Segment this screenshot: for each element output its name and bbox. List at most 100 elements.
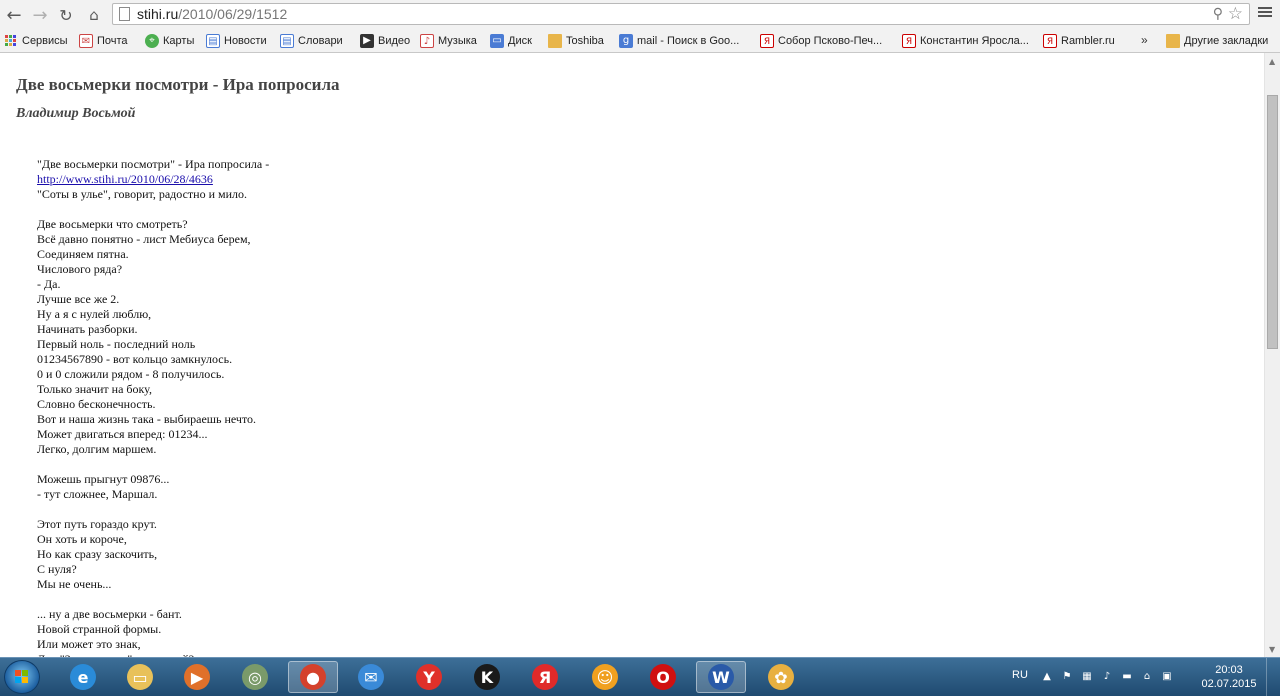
bookmarks-bar: Сервисы ✉ Почта ⌖ Карты ▤ Новости ▤ Словари … <box>0 30 1280 53</box>
taskbar-button[interactable]: ● <box>288 661 338 693</box>
vertical-scrollbar[interactable]: ▲ ▼ <box>1264 53 1280 657</box>
poem-line: Он хоть и короче, <box>37 532 127 546</box>
taskbar-button[interactable]: ▭ <box>115 661 165 693</box>
bookmark-video[interactable]: ▶ Видео <box>360 33 410 49</box>
star-icon[interactable]: ☆ <box>1228 4 1243 24</box>
bookmark-label: Собор Псково-Печ... <box>778 35 883 47</box>
taskbar-button[interactable]: ☺ <box>580 661 630 693</box>
folder-icon <box>548 34 562 48</box>
yandex-icon: Я <box>760 34 774 48</box>
taskbar-button[interactable]: ▶ <box>172 661 222 693</box>
reload-icon[interactable]: ↻ <box>56 5 76 25</box>
taskbar-button[interactable]: O <box>638 661 688 693</box>
taskbar-button[interactable]: ◎ <box>230 661 280 693</box>
browser-toolbar: ← → ↻ ⌂ stihi.ru/2010/06/29/1512 ⚲ ☆ <box>0 0 1280 30</box>
bookmark-mail[interactable]: ✉ Почта <box>79 33 128 49</box>
taskbar-button[interactable]: ✿ <box>756 661 806 693</box>
bookmark-label: Toshiba <box>566 35 604 47</box>
safely-remove-icon[interactable]: ⌂ <box>1140 670 1154 683</box>
word-icon: W <box>708 664 734 690</box>
clock[interactable]: 20:03 02.07.2015 <box>1198 663 1260 691</box>
bookmark-label: mail - Поиск в Goo... <box>637 35 740 47</box>
poem-line <box>37 457 269 472</box>
ie-icon: e <box>70 664 96 690</box>
author-link[interactable]: Владимир Восьмой <box>16 106 135 122</box>
bookmark-music[interactable]: ♪ Музыка <box>420 33 477 49</box>
bookmark-toshiba[interactable]: Toshiba <box>548 33 604 49</box>
taskbar-button[interactable]: ✉ <box>346 661 396 693</box>
network-icon[interactable]: ▦ <box>1080 670 1094 683</box>
mail-icon: ✉ <box>79 34 93 48</box>
taskbar-button[interactable]: Я <box>520 661 570 693</box>
action-center-icon[interactable]: ⚑ <box>1060 670 1074 683</box>
bookmark-konstantin[interactable]: Я Константин Яросла... <box>902 33 1029 49</box>
bookmark-label: Новости <box>224 35 267 47</box>
taskbar-button[interactable]: Y <box>404 661 454 693</box>
bookmarks-more-chevron[interactable]: » <box>1141 33 1148 47</box>
scroll-thumb[interactable] <box>1267 95 1278 349</box>
bookmark-label: Константин Яросла... <box>920 35 1029 47</box>
poem-line: 01234567890 - вот кольцо замкнулось. <box>37 352 233 366</box>
paint-app-icon: ✿ <box>768 664 794 690</box>
menu-icon[interactable] <box>1258 5 1272 19</box>
windows-taskbar: e ▭ ▶ ◎ ● ✉ Y K Я ☺ O W ✿ RU ▲ ⚑ ▦ ♪ ▬ ⌂ ▣ 20:03 02.… <box>0 657 1280 696</box>
poem-line: Ну а я с нулей люблю, <box>37 307 152 321</box>
poem-link[interactable]: http://www.stihi.ru/2010/06/28/4636 <box>37 172 213 186</box>
bookmark-sobor[interactable]: Я Собор Псково-Печ... <box>760 33 882 49</box>
url-path: /2010/06/29/1512 <box>178 6 288 22</box>
forward-arrow-icon[interactable]: → <box>30 5 50 26</box>
bookmark-rambler[interactable]: Я Rambler.ru <box>1043 33 1115 49</box>
battery-icon[interactable]: ▬ <box>1120 670 1134 683</box>
start-icon[interactable] <box>4 660 40 694</box>
disk-icon: ▭ <box>490 34 504 48</box>
poem-line: Всё давно понятно - лист Мебиуса берем, <box>37 232 251 246</box>
taskbar-button[interactable]: e <box>58 661 108 693</box>
mail-app-icon: ✉ <box>358 664 384 690</box>
poem-line: Две восьмерки что смотреть? <box>37 217 188 231</box>
chrome-icon: ● <box>300 664 326 690</box>
show-desktop-button[interactable] <box>1266 658 1280 696</box>
other-bookmarks[interactable]: Другие закладки <box>1166 33 1268 49</box>
show-hidden-icons-icon[interactable]: ▲ <box>1040 670 1054 683</box>
bookmark-services[interactable]: Сервисы <box>4 33 68 49</box>
poem-line: Первый ноль - последний ноль <box>37 337 196 351</box>
url-text[interactable]: stihi.ru/2010/06/29/1512 <box>137 6 287 22</box>
back-arrow-icon[interactable]: ← <box>4 5 24 26</box>
maps-icon: ⌖ <box>145 34 159 48</box>
language-indicator[interactable]: RU <box>1012 669 1028 681</box>
scroll-up-arrow-icon[interactable]: ▲ <box>1269 57 1275 66</box>
bookmark-label: Карты <box>163 35 195 47</box>
scroll-down-arrow-icon[interactable]: ▼ <box>1269 645 1275 654</box>
zoom-icon[interactable]: ⚲ <box>1213 6 1223 22</box>
bookmark-label: Rambler.ru <box>1061 35 1115 47</box>
page-icon <box>119 7 130 21</box>
poem-line: "Соты в улье", говорит, радостно и мило. <box>37 187 247 201</box>
poem-line: Может двигаться вперед: 01234... <box>37 427 208 441</box>
bookmark-google-search[interactable]: g mail - Поиск в Goo... <box>619 33 739 49</box>
bookmark-news[interactable]: ▤ Новости <box>206 33 267 49</box>
news-icon: ▤ <box>206 34 220 48</box>
url-domain: stihi.ru <box>137 6 179 22</box>
kaspersky-icon: K <box>474 664 500 690</box>
clock-time: 20:03 <box>1215 664 1243 676</box>
bookmark-label: Диск <box>508 35 532 47</box>
yandex-icon: Я <box>1043 34 1057 48</box>
poem-line: С нуля? <box>37 562 77 576</box>
bookmark-disk[interactable]: ▭ Диск <box>490 33 532 49</box>
bookmark-maps[interactable]: ⌖ Карты <box>145 33 194 49</box>
taskbar-button[interactable]: K <box>462 661 512 693</box>
volume-icon[interactable]: ♪ <box>1100 670 1114 683</box>
poem-line: - Да. <box>37 277 61 291</box>
folder-icon <box>1166 34 1180 48</box>
poem-line <box>37 592 269 607</box>
taskbar-button[interactable]: W <box>696 661 746 693</box>
poem-line: Мы не очень... <box>37 577 112 591</box>
home-icon[interactable]: ⌂ <box>84 5 104 25</box>
bookmark-label: Сервисы <box>22 35 68 47</box>
poem-line: ... ну а две восьмерки - бант. <box>37 607 182 621</box>
yandex-icon: Я <box>902 34 916 48</box>
tray-app-icon[interactable]: ▣ <box>1160 670 1174 683</box>
opera-icon: O <box>650 664 676 690</box>
bookmark-dictionary[interactable]: ▤ Словари <box>280 33 343 49</box>
address-bar[interactable]: stihi.ru/2010/06/29/1512 ⚲ ☆ <box>112 3 1250 25</box>
